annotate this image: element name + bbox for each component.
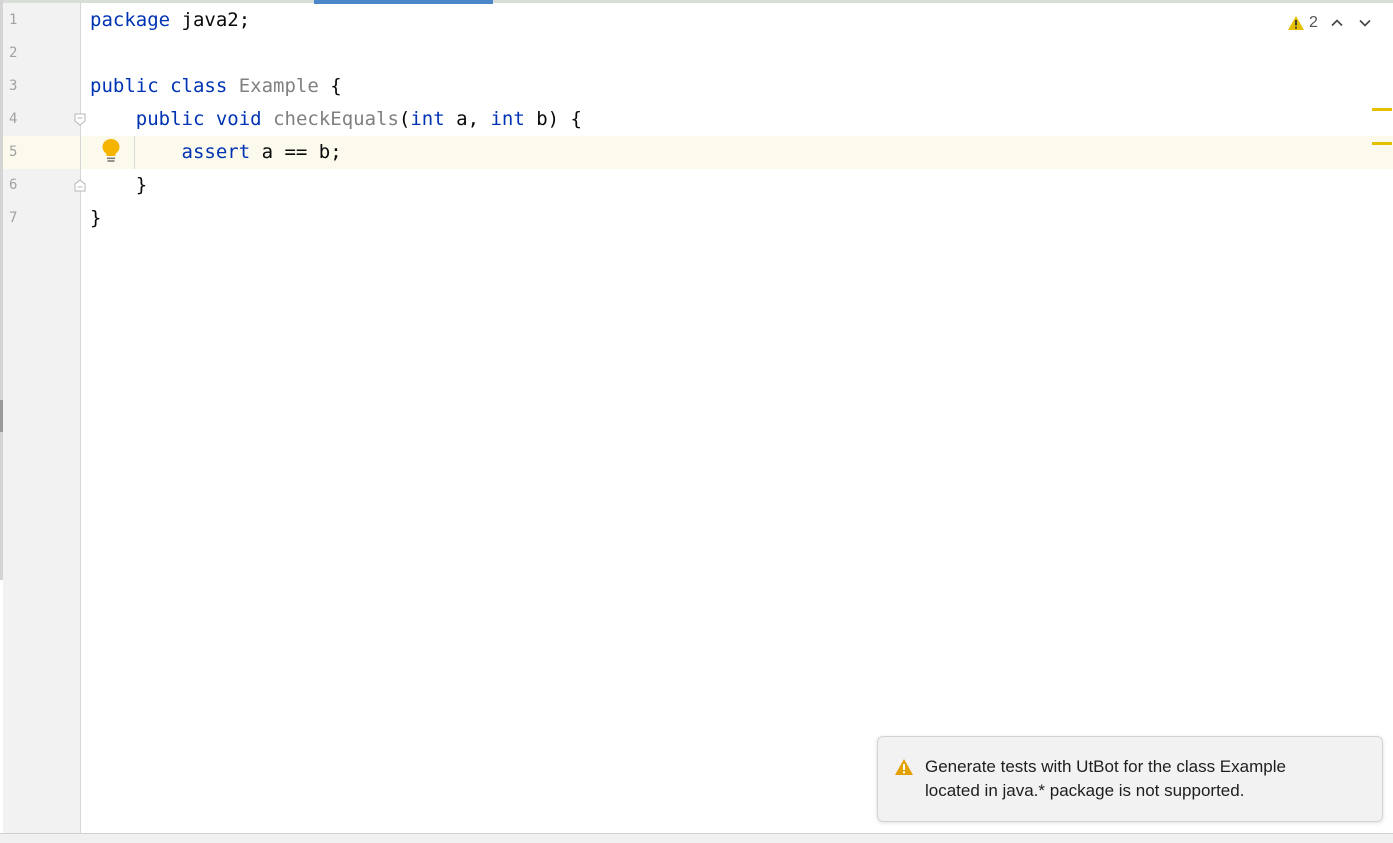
warning-triangle-icon <box>895 759 913 775</box>
notification-balloon[interactable]: Generate tests with UtBot for the class … <box>877 736 1383 822</box>
code-token: a == b; <box>250 141 342 163</box>
inspection-widget[interactable]: 2 <box>1287 12 1374 34</box>
code-token: Example <box>238 75 319 97</box>
previous-highlight-arrow-icon[interactable] <box>1328 14 1346 32</box>
fold-end-icon[interactable] <box>73 178 87 192</box>
code-token: package <box>90 9 171 31</box>
next-highlight-arrow-icon[interactable] <box>1356 14 1374 32</box>
code-line[interactable] <box>90 37 582 70</box>
code-token: } <box>90 207 102 229</box>
code-token: a, <box>444 108 491 130</box>
code-token: public class <box>90 75 228 97</box>
code-token: int <box>410 108 445 130</box>
code-line[interactable]: } <box>90 169 582 202</box>
line-number: 5 <box>9 144 18 160</box>
code-token: b) { <box>524 108 582 130</box>
code-line[interactable]: public void checkEquals(int a, int b) { <box>90 103 582 136</box>
line-number: 4 <box>9 111 18 127</box>
code-area[interactable]: package java2; public class Example { pub… <box>90 4 582 235</box>
line-number: 7 <box>9 210 18 226</box>
code-token: assert <box>181 141 251 163</box>
line-number: 6 <box>9 177 18 193</box>
warning-count: 2 <box>1309 14 1318 31</box>
notification-line-1: Generate tests with UtBot for the class … <box>925 757 1286 776</box>
code-token: public void <box>135 108 262 130</box>
warning-triangle-icon <box>1288 16 1304 30</box>
code-token: int <box>490 108 525 130</box>
code-token: ( <box>398 108 411 130</box>
notification-message: Generate tests with UtBot for the class … <box>925 755 1365 803</box>
code-token: } <box>90 174 148 196</box>
fold-collapse-icon[interactable] <box>73 113 87 127</box>
line-number: 3 <box>9 78 18 94</box>
error-stripe-mark[interactable] <box>1372 108 1392 111</box>
line-number: 1 <box>9 12 18 28</box>
editor-tab-strip <box>0 0 1393 4</box>
code-line[interactable]: } <box>90 202 582 235</box>
error-stripe-mark[interactable] <box>1372 142 1392 145</box>
code-token: java2; <box>170 9 251 31</box>
code-line[interactable]: public class Example { <box>90 70 582 103</box>
notification-line-2: located in java.* package is not support… <box>925 781 1245 800</box>
code-token: checkEquals <box>273 108 399 130</box>
code-token: { <box>318 75 342 97</box>
line-number: 2 <box>9 45 18 61</box>
code-line[interactable]: package java2; <box>90 4 582 37</box>
code-line[interactable]: assert a == b; <box>90 136 582 169</box>
